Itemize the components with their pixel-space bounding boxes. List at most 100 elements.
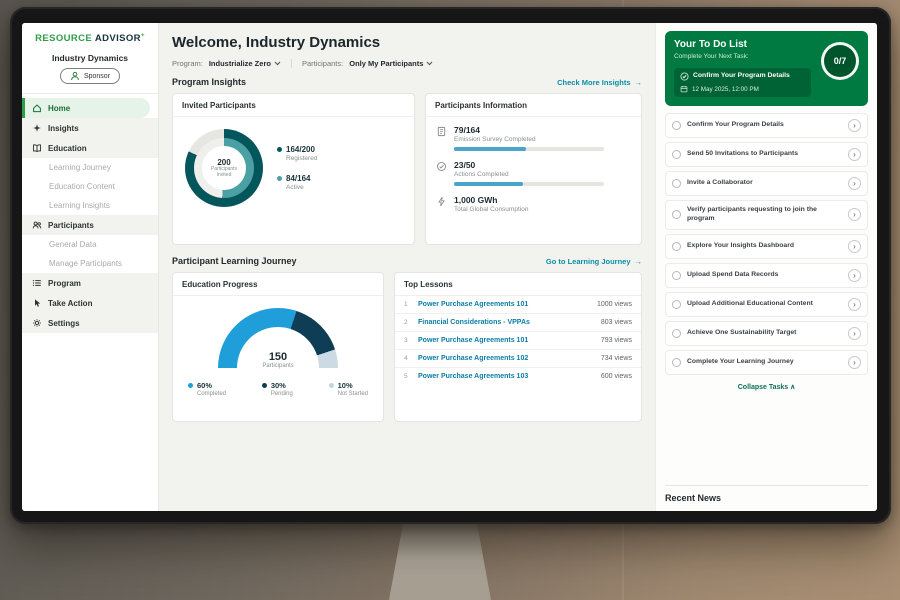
next-task-label: Confirm Your Program Details xyxy=(693,72,790,80)
task-open-button[interactable]: › xyxy=(848,269,861,282)
education-gauge-chart: 150 Participants xyxy=(218,308,338,370)
task-item[interactable]: Upload Additional Educational Content › xyxy=(665,292,868,317)
lesson-link[interactable]: Power Purchase Agreements 102 xyxy=(418,355,595,362)
chevron-down-icon xyxy=(426,61,433,66)
sidebar-item-education[interactable]: Education xyxy=(22,138,158,158)
lesson-views: 600 views xyxy=(601,373,632,380)
task-checkbox[interactable] xyxy=(672,329,681,338)
legend-not-started: 10% Not Started xyxy=(329,381,368,397)
task-open-button[interactable]: › xyxy=(848,148,861,161)
sidebar-nav: Home Insights Education Learning Journey… xyxy=(22,98,158,333)
task-checkbox[interactable] xyxy=(672,179,681,188)
todo-progress-badge: 0/7 xyxy=(821,42,859,80)
task-item[interactable]: Achieve One Sustainability Target › xyxy=(665,321,868,346)
top-lessons-card: Top Lessons 1 Power Purchase Agreements … xyxy=(394,272,642,422)
task-open-button[interactable]: › xyxy=(848,356,861,369)
task-open-button[interactable]: › xyxy=(848,298,861,311)
sidebar-item-manage-participants[interactable]: Manage Participants xyxy=(22,254,158,273)
main-content: Welcome, Industry Dynamics Program: Indu… xyxy=(159,23,655,511)
gauge-legend: 60% Completed 30% Pending 10% Not Starte… xyxy=(183,381,373,397)
program-filter-label: Program: xyxy=(172,59,203,68)
consumption-stat: 1,000 GWh Total Global Consumption xyxy=(436,195,631,213)
calendar-icon xyxy=(680,85,688,93)
task-open-button[interactable]: › xyxy=(848,327,861,340)
task-open-button[interactable]: › xyxy=(848,208,861,221)
task-item[interactable]: Confirm Your Program Details › xyxy=(665,113,868,138)
energy-bolt-icon xyxy=(436,196,447,207)
task-checkbox[interactable] xyxy=(672,150,681,159)
participants-filter-label: Participants: xyxy=(302,59,343,68)
task-checkbox[interactable] xyxy=(672,271,681,280)
lesson-row: 1 Power Purchase Agreements 101 1000 vie… xyxy=(395,296,641,314)
sponsor-badge[interactable]: Sponsor xyxy=(60,68,120,84)
next-task-box: Confirm Your Program Details 12 May 2025… xyxy=(674,68,811,97)
donut-legend: 164/200 Registered 84/164 Active xyxy=(277,145,317,191)
sidebar-item-participants[interactable]: Participants xyxy=(22,215,158,235)
task-item[interactable]: Invite a Collaborator › xyxy=(665,171,868,196)
sidebar-item-insights[interactable]: Insights xyxy=(22,118,158,138)
sidebar-item-learning-journey[interactable]: Learning Journey xyxy=(22,158,158,177)
legend-dot xyxy=(277,147,282,152)
check-more-insights-link[interactable]: Check More Insights → xyxy=(557,78,642,87)
chevron-right-icon: › xyxy=(853,179,856,188)
lesson-row: 3 Power Purchase Agreements 101 793 view… xyxy=(395,332,641,350)
sidebar-item-program[interactable]: Program xyxy=(22,273,158,293)
task-checkbox[interactable] xyxy=(672,121,681,130)
task-checkbox[interactable] xyxy=(672,358,681,367)
task-item[interactable]: Upload Spend Data Records › xyxy=(665,263,868,288)
sidebar-item-home[interactable]: Home xyxy=(22,98,150,118)
task-open-button[interactable]: › xyxy=(848,119,861,132)
gauge-center-label: Participants xyxy=(218,363,338,369)
task-checkbox[interactable] xyxy=(672,242,681,251)
invited-participants-card: Invited Participants 200 Participants In… xyxy=(172,93,415,245)
survey-icon xyxy=(436,126,447,137)
task-item[interactable]: Complete Your Learning Journey › xyxy=(665,350,868,375)
lesson-link[interactable]: Power Purchase Agreements 101 xyxy=(418,301,591,308)
task-item[interactable]: Explore Your Insights Dashboard › xyxy=(665,234,868,259)
recent-news-title: Recent News xyxy=(665,485,868,503)
sidebar-item-settings[interactable]: Settings xyxy=(22,313,158,333)
task-item[interactable]: Verify participants requesting to join t… xyxy=(665,200,868,230)
chevron-down-icon xyxy=(274,61,281,66)
task-open-button[interactable]: › xyxy=(848,240,861,253)
invited-donut-chart: 200 Participants Invited xyxy=(185,129,263,207)
task-open-button[interactable]: › xyxy=(848,177,861,190)
monitor-bezel: RESOURCE ADVISOR+ Industry Dynamics Spon… xyxy=(10,7,891,524)
sidebar-item-general-data[interactable]: General Data xyxy=(22,235,158,254)
lesson-link[interactable]: Power Purchase Agreements 101 xyxy=(418,337,595,344)
sponsor-label: Sponsor xyxy=(84,73,110,80)
arrow-right-icon: → xyxy=(635,78,643,87)
filter-divider xyxy=(291,59,292,68)
lesson-link[interactable]: Financial Considerations - VPPAs xyxy=(418,319,595,326)
chevron-right-icon: › xyxy=(853,150,856,159)
task-item[interactable]: Send 50 Invitations to Participants › xyxy=(665,142,868,167)
emission-survey-progressbar xyxy=(454,147,604,151)
program-select[interactable]: Industrialize Zero xyxy=(209,59,281,68)
legend-dot xyxy=(188,383,193,388)
legend-dot xyxy=(262,383,267,388)
task-checkbox[interactable] xyxy=(672,300,681,309)
legend-active: 84/164 Active xyxy=(277,174,317,191)
lesson-views: 734 views xyxy=(601,355,632,362)
section-title-learning-journey: Participant Learning Journey xyxy=(172,256,297,266)
participants-select[interactable]: Only My Participants xyxy=(349,59,433,68)
sidebar-item-learning-insights[interactable]: Learning Insights xyxy=(22,196,158,215)
gauge-center-value: 150 xyxy=(218,351,338,363)
education-icon xyxy=(32,143,42,153)
collapse-tasks-link[interactable]: Collapse Tasks ∧ xyxy=(665,383,868,391)
task-checkbox[interactable] xyxy=(672,210,681,219)
go-to-learning-journey-link[interactable]: Go to Learning Journey → xyxy=(546,257,642,266)
sidebar-item-education-content[interactable]: Education Content xyxy=(22,177,158,196)
brand-plus: + xyxy=(141,33,145,39)
card-title: Top Lessons xyxy=(395,273,641,296)
lesson-link[interactable]: Power Purchase Agreements 103 xyxy=(418,373,595,380)
brand-secondary: ADVISOR xyxy=(95,33,141,44)
sidebar-item-take-action[interactable]: Take Action xyxy=(22,293,158,313)
chevron-right-icon: › xyxy=(853,329,856,338)
lesson-row: 2 Financial Considerations - VPPAs 803 v… xyxy=(395,314,641,332)
caret-up-icon: ∧ xyxy=(790,384,795,391)
todo-panel: Your To Do List Complete Your Next Task:… xyxy=(655,23,877,511)
chevron-right-icon: › xyxy=(853,242,856,251)
sidebar-divider xyxy=(22,93,158,94)
lesson-views: 1000 views xyxy=(597,301,632,308)
